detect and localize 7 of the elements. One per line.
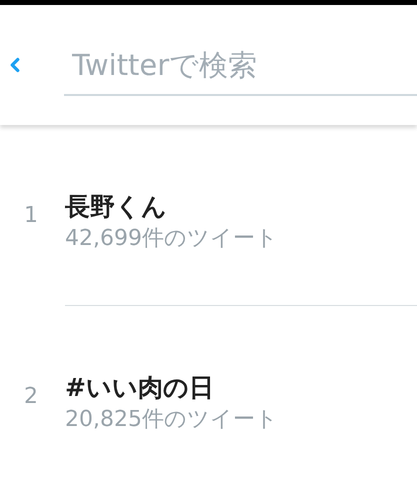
tweet-count: 42,699件のツイート [65, 225, 278, 253]
trend-title[interactable]: #いい肉の日 [65, 372, 278, 404]
rank-number: 2 [23, 383, 39, 411]
rank-number: 1 [23, 202, 39, 230]
trend-title[interactable]: 長野くん [65, 191, 278, 223]
search-field[interactable]: Twitterで検索 [64, 36, 417, 96]
tweet-count: 20,825件のツイート [65, 406, 278, 434]
